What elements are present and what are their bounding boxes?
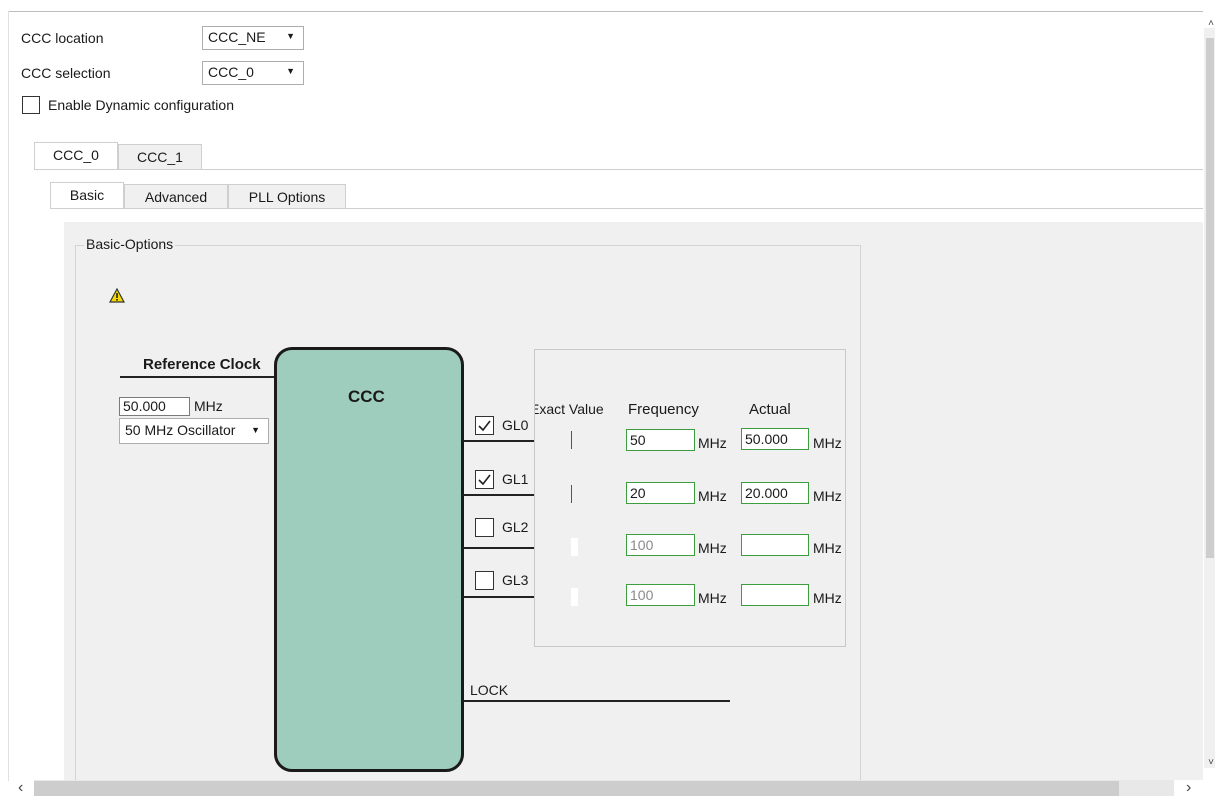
top-border	[8, 11, 1203, 12]
gl0-wire	[463, 440, 537, 442]
gl3-wire	[463, 596, 537, 598]
gl0-checkbox[interactable]	[475, 416, 494, 435]
reference-frequency-unit: MHz	[194, 398, 223, 414]
frequency-header: Frequency	[628, 401, 699, 418]
vertical-scroll-thumb[interactable]	[1206, 38, 1214, 558]
exact-value-field[interactable]	[571, 538, 578, 556]
checkmark-icon	[478, 420, 491, 432]
ccc-location-label: CCC location	[21, 30, 104, 46]
gl2-frequency-unit: MHz	[698, 540, 727, 556]
ccc-selection-select[interactable]: CCC_0 ▼	[202, 61, 304, 85]
gl2-actual-unit: MHz	[813, 540, 842, 556]
gl1-wire	[463, 494, 537, 496]
gl2-frequency-input[interactable]: 100	[626, 534, 695, 556]
scroll-down-icon[interactable]: ˅	[1208, 757, 1214, 768]
ccc-block	[274, 347, 464, 772]
checkmark-icon	[478, 474, 491, 486]
gl3-actual-field	[741, 584, 809, 606]
gl1-frequency-unit: MHz	[698, 488, 727, 504]
gl0-frequency-input[interactable]: 50	[626, 429, 695, 451]
lock-label: LOCK	[470, 682, 509, 698]
lock-wire	[463, 700, 730, 702]
warning-icon	[109, 288, 125, 303]
gl0-actual-field: 50.000	[741, 428, 809, 450]
gl1-label: GL1	[502, 471, 529, 487]
gl3-checkbox[interactable]	[475, 571, 494, 590]
gl1-checkbox[interactable]	[475, 470, 494, 489]
exact-value-field[interactable]	[571, 431, 572, 449]
ccc-block-label: CCC	[348, 387, 385, 406]
actual-header: Actual	[749, 401, 791, 418]
horizontal-scrollbar[interactable]	[34, 780, 1174, 796]
gl1-actual-field: 20.000	[741, 482, 809, 504]
gl0-label: GL0	[502, 417, 529, 433]
exact-value-field[interactable]	[571, 485, 572, 503]
gl1-frequency-input[interactable]: 20	[626, 482, 695, 504]
tab-pll-options[interactable]: PLL Options	[228, 184, 346, 209]
dynamic-config-checkbox[interactable]	[22, 96, 40, 114]
chevron-down-icon: ▼	[251, 425, 260, 435]
reference-frequency-input[interactable]: 50.000	[119, 397, 190, 416]
ccc-location-select[interactable]: CCC_NE ▼	[202, 26, 304, 50]
exact-value-header: Exact Value	[534, 401, 604, 417]
gl3-label: GL3	[502, 572, 529, 588]
sub-tab-panel-border	[50, 208, 1203, 209]
left-border	[8, 11, 9, 781]
gl2-actual-field	[741, 534, 809, 556]
dynamic-config-label: Enable Dynamic configuration	[48, 97, 234, 113]
reference-source-select[interactable]: 50 MHz Oscillator ▼	[119, 418, 269, 444]
gl3-frequency-unit: MHz	[698, 590, 727, 606]
tab-basic[interactable]: Basic	[50, 182, 124, 209]
reference-clock-wire	[120, 376, 276, 378]
ccc-location-value: CCC_NE	[208, 29, 266, 45]
gl1-actual-unit: MHz	[813, 488, 842, 504]
gl3-actual-unit: MHz	[813, 590, 842, 606]
gl3-frequency-input[interactable]: 100	[626, 584, 695, 606]
gl2-wire	[463, 547, 537, 549]
reference-source-value: 50 MHz Oscillator	[125, 422, 236, 438]
exact-value-field[interactable]	[571, 588, 578, 606]
chevron-down-icon: ▼	[286, 31, 295, 41]
scroll-right-icon[interactable]: ›	[1186, 779, 1191, 797]
gl2-label: GL2	[502, 519, 529, 535]
scroll-up-icon[interactable]: ˄	[1208, 18, 1214, 29]
basic-options-title: Basic-Options	[84, 236, 176, 252]
scroll-left-icon[interactable]: ‹	[18, 779, 23, 797]
chevron-down-icon: ▼	[286, 66, 295, 76]
output-settings-panel: Exact Value Frequency Actual 50 MHz 50.0…	[534, 349, 846, 647]
gl2-checkbox[interactable]	[475, 518, 494, 537]
reference-clock-label: Reference Clock	[143, 356, 261, 373]
gl0-frequency-unit: MHz	[698, 435, 727, 451]
tab-ccc-1[interactable]: CCC_1	[118, 144, 202, 169]
gl0-actual-unit: MHz	[813, 435, 842, 451]
tab-advanced[interactable]: Advanced	[124, 184, 228, 209]
ccc-selection-label: CCC selection	[21, 65, 111, 81]
horizontal-scroll-thumb[interactable]	[34, 781, 1119, 796]
vertical-scrollbar[interactable]	[1204, 28, 1215, 768]
ccc-selection-value: CCC_0	[208, 64, 254, 80]
tab-ccc-0[interactable]: CCC_0	[34, 142, 118, 169]
ccc-tab-panel-border	[34, 169, 1203, 170]
